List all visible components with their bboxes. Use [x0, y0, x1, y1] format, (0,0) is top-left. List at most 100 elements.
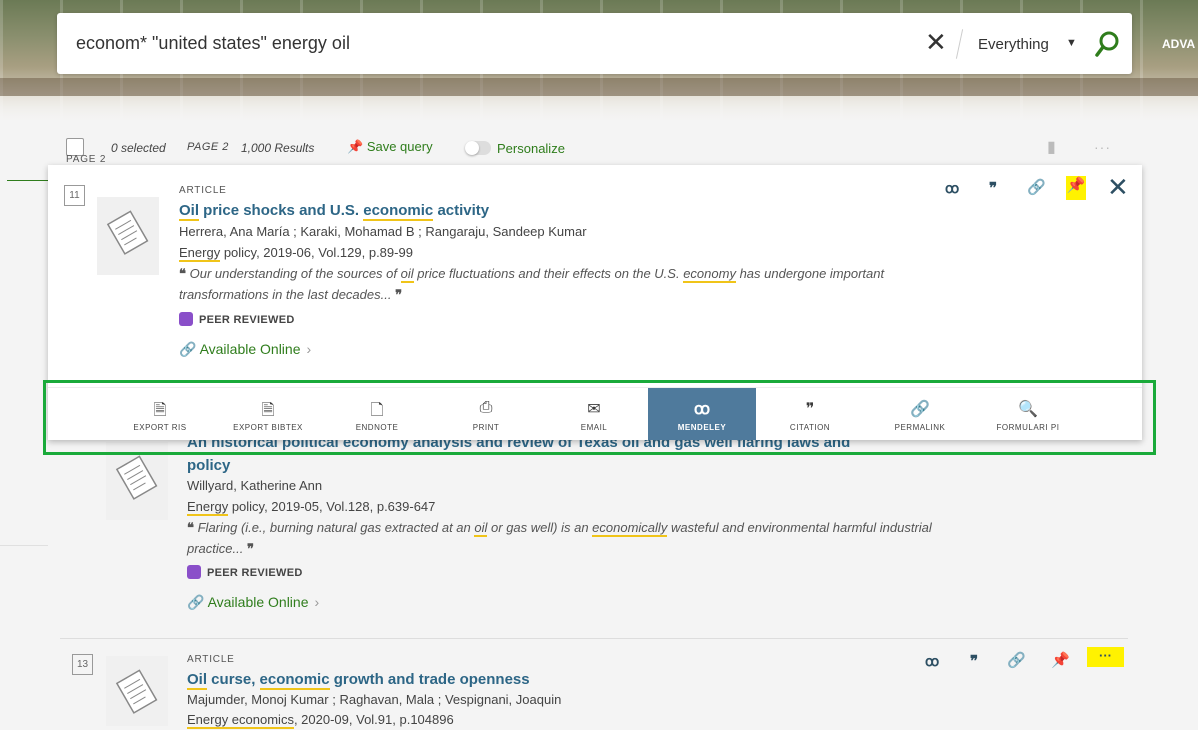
result-card[interactable]: 13 ARTICLE Oil curse, economic growth an…	[0, 640, 1198, 730]
permalink-icon[interactable]: 🔗	[1007, 651, 1026, 669]
personalize-label: Personalize	[497, 141, 565, 156]
title-part: Oil	[187, 671, 208, 690]
action-label: PRINT	[472, 423, 500, 432]
chevron-right-icon: ›	[314, 594, 320, 610]
result-authors: Herrera, Ana María ; Karaki, Mohamad B ;…	[179, 224, 587, 239]
snippet-part: or gas well) is an	[487, 520, 593, 535]
export-ris-button[interactable]: 🗎 EXPORT RIS	[106, 388, 214, 440]
quote-close-icon: ❞	[395, 287, 403, 302]
citation-icon[interactable]: ❞	[970, 652, 978, 670]
result-title[interactable]: Oil curse, economic growth and trade ope…	[187, 671, 530, 690]
more-options-icon[interactable]: ···	[1087, 647, 1124, 667]
export-bibtex-button[interactable]: 🗎 EXPORT BIBTEX	[214, 388, 322, 440]
permalink-icon[interactable]: 🔗	[1027, 178, 1046, 196]
snippet-part: oil	[400, 266, 414, 283]
mendeley-icon[interactable]: ꝏ	[925, 653, 939, 670]
search-scope-select[interactable]: Everything	[978, 36, 1049, 53]
source-part: Energy economics	[187, 712, 294, 729]
snippet-part: price fluctuations and their effects on …	[413, 266, 684, 281]
hero-fade	[0, 96, 1198, 122]
citation-icon: ❞	[805, 401, 815, 418]
results-count: 1,000 Results	[241, 141, 315, 155]
availability-label: Available Online	[207, 594, 309, 610]
title-part: growth and trade openness	[329, 671, 530, 688]
source-part: , 2020-09, Vol.91, p.104896	[293, 712, 454, 727]
pin-icon[interactable]: ▮	[1047, 137, 1056, 157]
action-label: FORMULARI PI	[996, 423, 1060, 432]
document-thumbnail-icon	[106, 656, 168, 726]
snippet-part: Our understanding of the sources of	[186, 266, 401, 281]
close-icon[interactable]: ✕	[1107, 172, 1129, 203]
availability-label: Available Online	[199, 341, 301, 357]
source-part: Energy	[187, 499, 229, 516]
personalize-toggle[interactable]	[465, 141, 491, 155]
pin-icon[interactable]: 📌	[1051, 651, 1070, 669]
pin-icon[interactable]: 📌	[1066, 176, 1086, 200]
peer-reviewed-label: PEER REVIEWED	[199, 314, 295, 326]
results-toolbar: 0 selected PAGE 2 1,000 Results 📌 Save q…	[0, 132, 1198, 162]
permalink-button[interactable]: 🔗 PERMALINK	[866, 388, 974, 440]
result-authors: Willyard, Katherine Ann	[187, 478, 323, 493]
chevron-down-icon[interactable]: ▼	[1066, 37, 1077, 49]
send-to-actions: 🗎 EXPORT RIS 🗎 EXPORT BIBTEX 🗋 ENDNOTE ⎙ PRI…	[48, 387, 1142, 440]
title-part: economic	[363, 202, 434, 221]
result-source: Energy economics, 2020-09, Vol.91, p.104…	[187, 712, 454, 729]
snippet-part: wasteful and environmental harmful indus…	[667, 520, 932, 535]
result-title[interactable]: Oil price shocks and U.S. economic activ…	[179, 202, 490, 221]
more-options-icon[interactable]: ···	[1094, 139, 1111, 155]
pin-icon: 📌	[347, 139, 364, 154]
snippet-part: economy	[683, 266, 736, 283]
export-bibtex-icon: 🗎	[261, 402, 275, 419]
search-bar: econom* "united states" energy oil ✕ Eve…	[57, 13, 1132, 74]
action-label: PERMALINK	[894, 423, 946, 432]
mendeley-button[interactable]: ꝏ MENDELEY	[648, 388, 756, 440]
mendeley-icon[interactable]: ꝏ	[945, 180, 959, 197]
source-part: Energy	[179, 245, 221, 262]
snippet-part: economically	[592, 520, 668, 537]
formulari-pi-button[interactable]: 🔍 FORMULARI PI	[974, 388, 1082, 440]
source-part: policy, 2019-05, Vol.128, p.639-647	[228, 499, 436, 514]
title-part: curse,	[207, 671, 260, 688]
snippet-part: has undergone important	[735, 266, 885, 281]
quote-open-icon: ❝	[179, 266, 186, 281]
result-snippet: ❝ Flaring (i.e., burning natural gas ext…	[187, 517, 1087, 559]
mendeley-icon: ꝏ	[693, 401, 711, 418]
search-divider	[955, 29, 964, 59]
peer-reviewed-icon	[179, 312, 193, 326]
clear-search-icon[interactable]: ✕	[925, 27, 947, 58]
result-card[interactable]: An historical political economy analysis…	[0, 430, 1198, 640]
action-label: EMAIL	[580, 423, 608, 432]
print-button[interactable]: ⎙ PRINT	[432, 388, 540, 440]
email-button[interactable]: ✉ EMAIL	[540, 388, 648, 440]
advanced-search-link[interactable]: ADVA	[1162, 37, 1195, 51]
snippet-part: transformations in the last decades...	[179, 287, 392, 302]
save-query-label: Save query	[366, 139, 433, 154]
endnote-icon: 🗋	[370, 402, 384, 419]
permalink-icon: 🔗	[910, 401, 930, 418]
peer-reviewed-badge: PEER REVIEWED	[179, 312, 295, 326]
peer-reviewed-badge: PEER REVIEWED	[187, 565, 303, 579]
title-part: economic	[259, 671, 330, 690]
quote-close-icon: ❞	[246, 541, 254, 556]
selected-count: 0 selected	[111, 141, 166, 155]
snippet-part: Flaring (i.e., burning natural gas extra…	[194, 520, 475, 535]
result-source: Energy policy, 2019-06, Vol.129, p.89-99	[179, 245, 413, 262]
available-online-link[interactable]: 🔗 Available Online ›	[179, 341, 311, 358]
search-icon[interactable]	[1095, 30, 1121, 63]
formulari-icon: 🔍	[1018, 401, 1038, 418]
title-part: price shocks and U.S.	[199, 202, 364, 219]
endnote-button[interactable]: 🗋 ENDNOTE	[323, 388, 431, 440]
result-source: Energy policy, 2019-05, Vol.128, p.639-6…	[187, 499, 436, 516]
action-label: MENDELEY	[677, 423, 727, 432]
action-label: EXPORT BIBTEX	[233, 423, 303, 432]
email-icon: ✉	[587, 401, 601, 418]
search-input[interactable]: econom* "united states" energy oil	[76, 33, 350, 54]
title-part: activity	[433, 202, 490, 219]
save-query-button[interactable]: 📌 Save query	[347, 139, 433, 155]
citation-button[interactable]: ❞ CITATION	[756, 388, 864, 440]
title-part: Oil	[179, 202, 200, 221]
export-ris-icon: 🗎	[153, 402, 167, 419]
result-title-line2[interactable]: policy	[187, 457, 230, 474]
citation-icon[interactable]: ❞	[989, 179, 997, 197]
available-online-link[interactable]: 🔗 Available Online ›	[187, 594, 319, 611]
